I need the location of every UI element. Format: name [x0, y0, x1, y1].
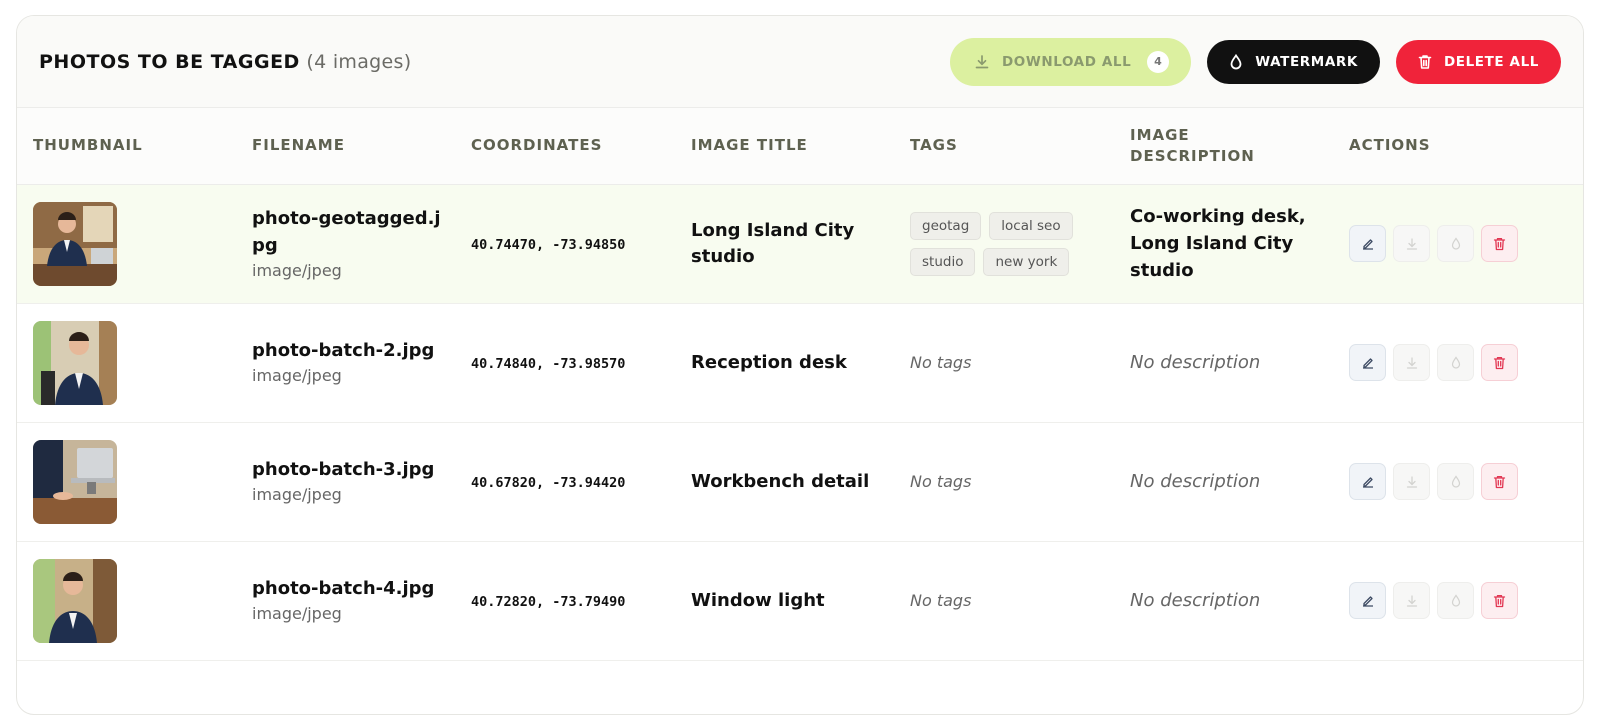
- card-header: PHOTOS TO BE TAGGED (4 images) DOWNLOAD …: [17, 16, 1583, 108]
- col-image-description: IMAGE DESCRIPTION: [1130, 125, 1255, 165]
- photos-card: PHOTOS TO BE TAGGED (4 images) DOWNLOAD …: [16, 15, 1584, 715]
- watermark-button[interactable]: [1437, 344, 1474, 381]
- download-button[interactable]: [1393, 225, 1430, 262]
- no-tags-text: No tags: [910, 472, 972, 491]
- trash-icon: [1493, 356, 1506, 369]
- header-actions: DOWNLOAD ALL 4 WATERMARK DELETE ALL: [949, 37, 1561, 86]
- tag-chip[interactable]: new york: [983, 247, 1070, 276]
- download-all-button[interactable]: DOWNLOAD ALL 4: [949, 37, 1192, 86]
- row-actions: [1349, 582, 1583, 619]
- filename: photo-batch-3.jpg: [252, 459, 435, 480]
- download-all-label: DOWNLOAD ALL: [1001, 53, 1132, 70]
- tag-chip[interactable]: geotag: [910, 211, 982, 240]
- table-header-row: THUMBNAIL FILENAME COORDINATES IMAGE TIT…: [17, 108, 1583, 184]
- watermark-label: WATERMARK: [1255, 53, 1358, 70]
- pencil-icon: [1362, 357, 1373, 369]
- page-title: PHOTOS TO BE TAGGED (4 images): [39, 51, 411, 73]
- delete-button[interactable]: [1481, 463, 1518, 500]
- watermark-button[interactable]: [1437, 225, 1474, 262]
- trash-icon: [1493, 594, 1506, 607]
- edit-button[interactable]: [1349, 463, 1386, 500]
- no-tags-text: No tags: [910, 353, 972, 372]
- pencil-icon: [1362, 238, 1373, 250]
- droplet-icon: [1451, 236, 1460, 250]
- download-icon: [1406, 594, 1417, 607]
- download-icon: [1406, 356, 1417, 369]
- download-count-badge: 4: [1147, 50, 1170, 73]
- row-actions: [1349, 463, 1583, 500]
- delete-button[interactable]: [1481, 344, 1518, 381]
- no-description-text: No description: [1130, 590, 1261, 611]
- row-actions: [1349, 344, 1583, 381]
- tag-chip[interactable]: local seo: [989, 211, 1073, 240]
- download-button[interactable]: [1393, 344, 1430, 381]
- file-type: image/jpeg: [252, 485, 342, 504]
- thumbnail-image[interactable]: [33, 201, 117, 286]
- thumbnail-image[interactable]: [33, 320, 117, 405]
- file-type: image/jpeg: [252, 260, 342, 280]
- pencil-icon: [1362, 476, 1373, 488]
- thumbnail-image[interactable]: [33, 558, 117, 643]
- pencil-icon: [1362, 595, 1373, 607]
- coordinates: 40.67820, -73.94420: [471, 475, 626, 491]
- watermark-button[interactable]: [1437, 582, 1474, 619]
- watermark-button[interactable]: [1437, 463, 1474, 500]
- col-tags: TAGS: [910, 136, 958, 155]
- download-button[interactable]: [1393, 582, 1430, 619]
- edit-button[interactable]: [1349, 344, 1386, 381]
- download-icon: [1406, 237, 1417, 250]
- delete-all-label: DELETE ALL: [1443, 53, 1539, 70]
- droplet-icon: [1451, 474, 1460, 488]
- download-button[interactable]: [1393, 463, 1430, 500]
- table-row[interactable]: photo-batch-2.jpg image/jpeg 40.74840, -…: [17, 303, 1583, 422]
- no-description-text: No description: [1130, 471, 1261, 492]
- image-description: Co-working desk, Long Island City studio: [1130, 206, 1306, 281]
- image-title: Workbench detail: [691, 470, 870, 492]
- col-coordinates: COORDINATES: [471, 136, 603, 155]
- edit-button[interactable]: [1349, 582, 1386, 619]
- image-title: Window light: [691, 589, 825, 611]
- edit-button[interactable]: [1349, 225, 1386, 262]
- trash-icon: [1418, 54, 1432, 70]
- delete-button[interactable]: [1481, 582, 1518, 619]
- col-actions: ACTIONS: [1349, 136, 1431, 155]
- table-row[interactable]: photo-geotagged.jpg image/jpeg 40.74470,…: [17, 184, 1583, 303]
- download-icon: [1406, 475, 1417, 488]
- col-thumbnail: THUMBNAIL: [33, 136, 143, 155]
- download-icon: [974, 54, 990, 70]
- table-row[interactable]: photo-batch-3.jpg image/jpeg 40.67820, -…: [17, 422, 1583, 541]
- no-description-text: No description: [1130, 352, 1261, 373]
- droplet-icon: [1451, 593, 1460, 607]
- filename: photo-batch-2.jpg: [252, 340, 435, 361]
- coordinates: 40.72820, -73.79490: [471, 594, 626, 610]
- delete-all-button[interactable]: DELETE ALL: [1395, 39, 1561, 84]
- image-count: (4 images): [306, 50, 412, 73]
- photos-table: THUMBNAIL FILENAME COORDINATES IMAGE TIT…: [17, 108, 1583, 661]
- trash-icon: [1493, 475, 1506, 488]
- filename: photo-batch-4.jpg: [252, 578, 435, 599]
- trash-icon: [1493, 237, 1506, 250]
- thumbnail-image[interactable]: [33, 439, 117, 524]
- no-tags-text: No tags: [910, 591, 972, 610]
- droplet-icon: [1229, 53, 1243, 70]
- filename: photo-geotagged.jpg: [252, 207, 441, 256]
- table-row[interactable]: photo-batch-4.jpg image/jpeg 40.72820, -…: [17, 541, 1583, 660]
- row-actions: [1349, 225, 1583, 262]
- col-image-title: IMAGE TITLE: [691, 136, 808, 155]
- image-title: Long Island City studio: [691, 219, 855, 267]
- file-type: image/jpeg: [252, 366, 342, 385]
- coordinates: 40.74840, -73.98570: [471, 356, 626, 372]
- file-type: image/jpeg: [252, 604, 342, 623]
- tag-list: geotag local seo studio new york: [910, 211, 1090, 276]
- image-title: Reception desk: [691, 351, 847, 373]
- droplet-icon: [1451, 355, 1460, 369]
- watermark-button[interactable]: WATERMARK: [1207, 39, 1380, 84]
- col-filename: FILENAME: [252, 136, 345, 155]
- coordinates: 40.74470, -73.94850: [471, 237, 626, 253]
- delete-button[interactable]: [1481, 225, 1518, 262]
- title-text: PHOTOS TO BE TAGGED: [39, 50, 300, 73]
- tag-chip[interactable]: studio: [910, 247, 976, 276]
